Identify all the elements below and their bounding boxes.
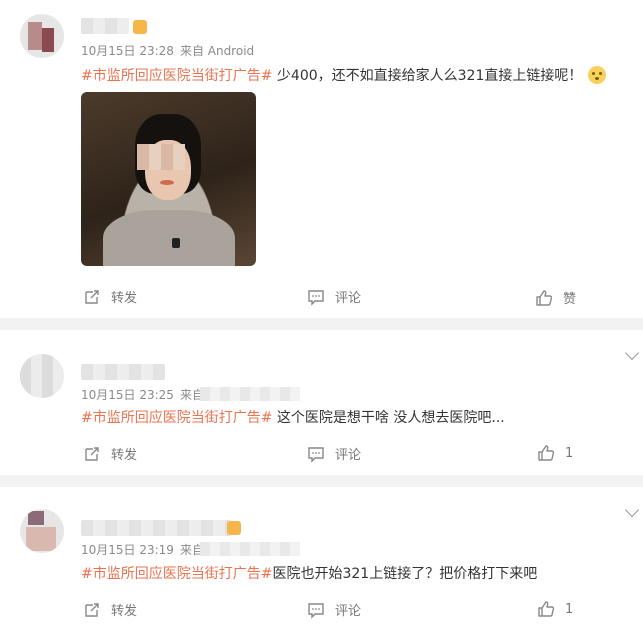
comment-icon (307, 445, 325, 463)
smile-emoji-icon (588, 66, 607, 84)
chevron-down-icon[interactable] (624, 502, 640, 518)
comment-label: 评论 (335, 291, 362, 306)
post-meta: 10月15日 23:28 来自 Android (81, 42, 254, 59)
comment-button[interactable]: 评论 (307, 287, 361, 306)
source-redacted (200, 542, 300, 556)
post-text: #市监所回应医院当街打广告#医院也开始321上链接了？把价格打下来吧 (81, 563, 537, 583)
post-source: 来自 Android (179, 44, 255, 58)
post-meta: 10月15日 23:19 来自 (81, 541, 204, 558)
post-date[interactable]: 10月15日 23:19 (81, 543, 174, 557)
like-button[interactable]: 1 (537, 444, 573, 462)
post-body: 这个医院是想干啥 没人想去医院吧... (272, 410, 505, 426)
like-count: 1 (565, 445, 574, 461)
avatar[interactable] (20, 354, 64, 398)
source-redacted (200, 387, 300, 401)
like-label: 赞 (563, 292, 577, 307)
post-card: 10月15日 23:19 来自 #市监所回应医院当街打广告#医院也开始321上链接… (0, 487, 643, 632)
like-icon (537, 600, 555, 618)
comment-label: 评论 (335, 604, 362, 619)
username-redacted[interactable] (81, 364, 165, 380)
post-body: 医院也开始321上链接了？把价格打下来吧 (272, 566, 538, 582)
comment-icon (307, 288, 325, 306)
post-card: 10月15日 23:25 来自 #市监所回应医院当街打广告# 这个医院是想干啥 没… (0, 330, 643, 475)
repost-button[interactable]: 转发 (83, 444, 137, 463)
like-icon (535, 289, 553, 307)
comment-button[interactable]: 评论 (307, 600, 361, 619)
like-icon (537, 444, 555, 462)
repost-icon (83, 601, 101, 619)
user-badge-icon (227, 521, 241, 535)
post-image[interactable] (81, 92, 256, 266)
repost-label: 转发 (111, 604, 138, 619)
post-meta: 10月15日 23:25 来自 (81, 386, 204, 403)
username-redacted[interactable] (81, 18, 129, 34)
post-text: #市监所回应医院当街打广告# 这个医院是想干啥 没人想去医院吧... (81, 407, 505, 427)
comment-button[interactable]: 评论 (307, 444, 361, 463)
avatar[interactable] (20, 509, 64, 553)
repost-button[interactable]: 转发 (83, 600, 137, 619)
comment-icon (307, 601, 325, 619)
repost-button[interactable]: 转发 (83, 287, 137, 306)
repost-label: 转发 (111, 448, 138, 463)
repost-icon (83, 445, 101, 463)
repost-label: 转发 (111, 291, 138, 306)
repost-icon (83, 288, 101, 306)
post-card: 10月15日 23:28 来自 Android #市监所回应医院当街打广告# 少4… (0, 0, 643, 318)
username-redacted[interactable] (81, 520, 231, 536)
user-badge-icon (133, 20, 147, 34)
comment-feed: 10月15日 23:28 来自 Android #市监所回应医院当街打广告# 少4… (0, 0, 643, 632)
post-body: 少400，还不如直接给家人么321直接上链接呢！ (272, 68, 583, 84)
post-date[interactable]: 10月15日 23:25 (81, 388, 174, 402)
post-text: #市监所回应医院当街打广告# 少400，还不如直接给家人么321直接上链接呢！ (81, 65, 607, 85)
avatar[interactable] (20, 14, 64, 58)
hashtag-link[interactable]: #市监所回应医院当街打广告# (81, 410, 272, 426)
like-button[interactable]: 1 (537, 600, 573, 618)
like-count: 1 (565, 601, 574, 617)
chevron-down-icon[interactable] (624, 345, 640, 361)
post-date[interactable]: 10月15日 23:28 (81, 44, 174, 58)
hashtag-link[interactable]: #市监所回应医院当街打广告# (81, 566, 272, 582)
hashtag-link[interactable]: #市监所回应医院当街打广告# (81, 68, 272, 84)
comment-label: 评论 (335, 448, 362, 463)
like-button[interactable]: 赞 (535, 288, 576, 307)
